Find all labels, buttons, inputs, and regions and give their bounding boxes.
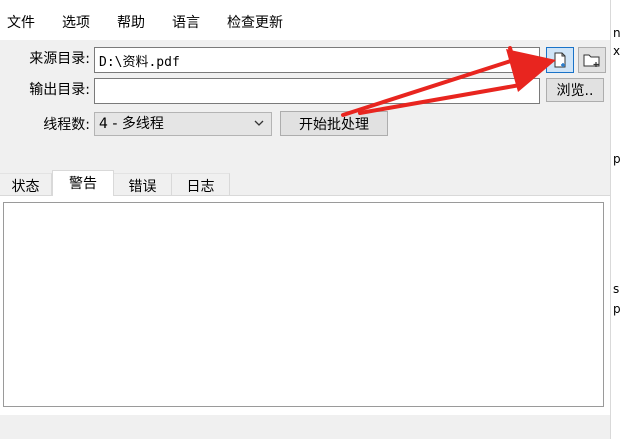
start-batch-button[interactable]: 开始批处理 bbox=[280, 111, 388, 136]
warnings-list[interactable] bbox=[3, 202, 604, 407]
menu-options[interactable]: 选项 bbox=[62, 14, 90, 32]
menu-file[interactable]: 文件 bbox=[7, 14, 35, 32]
source-dir-label: 来源目录: bbox=[29, 51, 90, 67]
output-dir-label: 输出目录: bbox=[29, 82, 90, 98]
source-dir-input[interactable] bbox=[95, 48, 539, 72]
tab-errors[interactable]: 错误 bbox=[114, 173, 172, 196]
threads-selected-value: 4 - 多线程 bbox=[99, 116, 164, 132]
background-window-edge: n x p s p bbox=[610, 0, 622, 439]
edge-glyph: p bbox=[613, 302, 621, 316]
tab-panel bbox=[0, 195, 610, 415]
menu-bar: 文件 选项 帮助 语言 检查更新 bbox=[0, 0, 612, 40]
edge-glyph: p bbox=[613, 152, 621, 166]
threads-label: 线程数: bbox=[43, 117, 90, 133]
edge-glyph: n bbox=[613, 26, 621, 40]
tab-status[interactable]: 状态 bbox=[0, 173, 52, 196]
tab-log[interactable]: 日志 bbox=[172, 173, 230, 196]
menu-check-updates[interactable]: 检查更新 bbox=[227, 14, 283, 32]
chevron-down-icon bbox=[254, 120, 264, 126]
output-dir-input[interactable] bbox=[95, 79, 539, 103]
browse-button[interactable]: 浏览.. bbox=[546, 78, 604, 102]
source-dir-field[interactable] bbox=[94, 47, 540, 73]
threads-select[interactable]: 4 - 多线程 bbox=[94, 112, 272, 136]
menu-help[interactable]: 帮助 bbox=[117, 14, 145, 32]
menu-language[interactable]: 语言 bbox=[172, 14, 200, 32]
add-folder-button[interactable] bbox=[578, 47, 606, 73]
edge-glyph: s bbox=[613, 282, 620, 296]
output-dir-field[interactable] bbox=[94, 78, 540, 104]
add-file-button[interactable] bbox=[546, 47, 574, 73]
add-file-icon bbox=[554, 52, 566, 68]
add-folder-icon bbox=[583, 54, 600, 67]
edge-glyph: x bbox=[613, 44, 621, 58]
tab-warnings[interactable]: 警告 bbox=[52, 170, 114, 196]
